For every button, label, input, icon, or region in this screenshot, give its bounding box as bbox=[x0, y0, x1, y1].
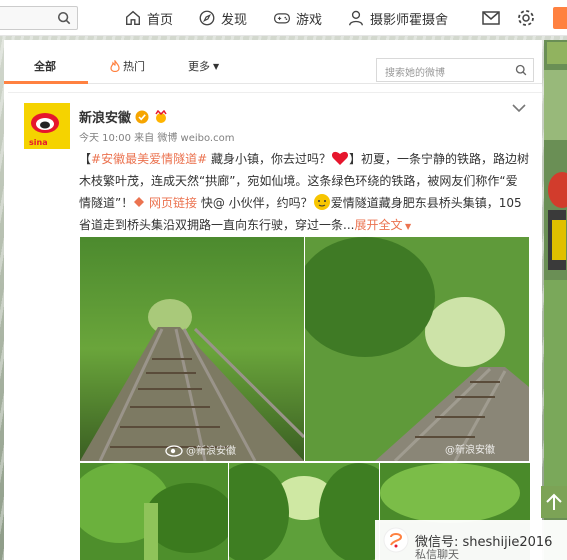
post-photo-2[interactable]: @新浪安徽 bbox=[305, 237, 529, 461]
weibo-logo-icon bbox=[165, 445, 183, 457]
tab-more-label: 更多 bbox=[188, 60, 210, 73]
photo-watermark: @新浪安徽 bbox=[186, 446, 236, 457]
railway-photo-1 bbox=[80, 237, 304, 461]
heart-emoji-icon bbox=[331, 151, 348, 165]
hashtag-link[interactable]: #安徽最美爱情隧道# bbox=[91, 152, 207, 166]
feed-panel: 全部 热门 更多 ▼ 搜索她的微博 sina 新浪安徽 今天 10:00 来自 … bbox=[4, 40, 542, 560]
tab-all-label: 全部 bbox=[34, 60, 56, 73]
tab-all[interactable]: 全部 bbox=[34, 58, 56, 74]
chevron-down-icon[interactable] bbox=[512, 103, 526, 113]
post-photo-1[interactable] bbox=[80, 237, 304, 461]
user-icon bbox=[349, 10, 363, 26]
mail-icon[interactable] bbox=[481, 8, 501, 28]
compass-icon bbox=[199, 10, 215, 26]
tab-hot-label: 热门 bbox=[123, 60, 145, 73]
post-photo-4[interactable] bbox=[229, 463, 379, 560]
global-search-input[interactable] bbox=[0, 6, 78, 30]
nav-user-label: 摄影师霍摄舍 bbox=[370, 12, 449, 28]
compose-button[interactable] bbox=[553, 7, 567, 29]
search-icon[interactable] bbox=[57, 11, 71, 25]
photo-watermark: @新浪安徽 bbox=[445, 445, 495, 456]
arrow-up-icon bbox=[546, 493, 562, 510]
forest-photo-3 bbox=[80, 463, 228, 560]
nav-games[interactable]: 游戏 bbox=[273, 7, 322, 29]
post-text-3: 快@ 小伙伴，约吗？ bbox=[197, 196, 313, 210]
wechat-id-overlay: 微信号: sheshijie2016 私信聊天 bbox=[375, 520, 567, 560]
back-to-top-button[interactable] bbox=[541, 486, 567, 518]
weibo-post: sina 新浪安徽 今天 10:00 来自 微博 weibo.com 【#安徽最… bbox=[8, 92, 542, 560]
flame-icon bbox=[110, 60, 120, 72]
web-link-label[interactable]: 网页链接 bbox=[145, 196, 197, 210]
feed-tabs: 全部 热门 更多 ▼ 搜索她的微博 bbox=[4, 48, 542, 84]
railway-photo-2 bbox=[305, 237, 529, 461]
tab-active-indicator bbox=[4, 81, 88, 84]
verified-badge-icon bbox=[135, 110, 149, 123]
profile-search-input[interactable]: 搜索她的微博 bbox=[376, 58, 534, 82]
home-icon bbox=[126, 10, 140, 25]
expand-full-text-link[interactable]: 展开全文 bbox=[354, 218, 402, 232]
avatar[interactable]: sina bbox=[24, 103, 70, 149]
forest-photo-4 bbox=[229, 463, 379, 560]
post-author[interactable]: 新浪安徽 bbox=[79, 107, 169, 126]
link-icon bbox=[134, 197, 145, 207]
post-author-name[interactable]: 新浪安徽 bbox=[79, 107, 131, 126]
top-navigation: 首页 发现 游戏 摄影师霍摄舍 bbox=[0, 0, 567, 36]
nav-home-label: 首页 bbox=[147, 12, 174, 28]
right-sidebar-art bbox=[544, 40, 567, 560]
gear-icon[interactable] bbox=[516, 8, 536, 28]
nav-discover-label: 发现 bbox=[221, 12, 248, 28]
gamepad-icon bbox=[274, 13, 290, 24]
member-badge-icon bbox=[155, 109, 167, 123]
web-link[interactable]: 网页链接 bbox=[133, 196, 197, 210]
tab-hot[interactable]: 热门 bbox=[110, 58, 145, 74]
sina-logo-icon: sina bbox=[24, 103, 70, 149]
brand-logo-icon bbox=[383, 527, 409, 553]
caret-down-icon: ▼ bbox=[213, 61, 220, 71]
expand-caret-icon: ▼ bbox=[402, 222, 412, 231]
nav-user-profile[interactable]: 摄影师霍摄舍 bbox=[347, 7, 448, 29]
nav-games-label: 游戏 bbox=[296, 12, 323, 28]
sidebar-tab[interactable] bbox=[547, 42, 567, 64]
tab-more[interactable]: 更多 ▼ bbox=[188, 58, 219, 74]
post-body: 【#安徽最美爱情隧道# 藏身小镇，你去过吗？ 】初夏，一条宁静的铁路，路边树木枝繁… bbox=[79, 151, 529, 232]
post-photo-3[interactable] bbox=[80, 463, 228, 560]
right-sidebar bbox=[544, 40, 567, 560]
post-meta: 今天 10:00 来自 微博 weibo.com bbox=[79, 133, 235, 144]
profile-search-placeholder: 搜索她的微博 bbox=[385, 68, 445, 79]
svg-text:sina: sina bbox=[29, 138, 48, 147]
private-chat-label[interactable]: 私信聊天 bbox=[415, 546, 459, 560]
nav-discover[interactable]: 发现 bbox=[198, 7, 247, 29]
shy-emoji-icon bbox=[313, 194, 330, 210]
search-icon[interactable] bbox=[515, 64, 527, 76]
post-text-1: 藏身小镇，你去过吗？ bbox=[207, 152, 331, 166]
nav-home[interactable]: 首页 bbox=[124, 7, 173, 29]
